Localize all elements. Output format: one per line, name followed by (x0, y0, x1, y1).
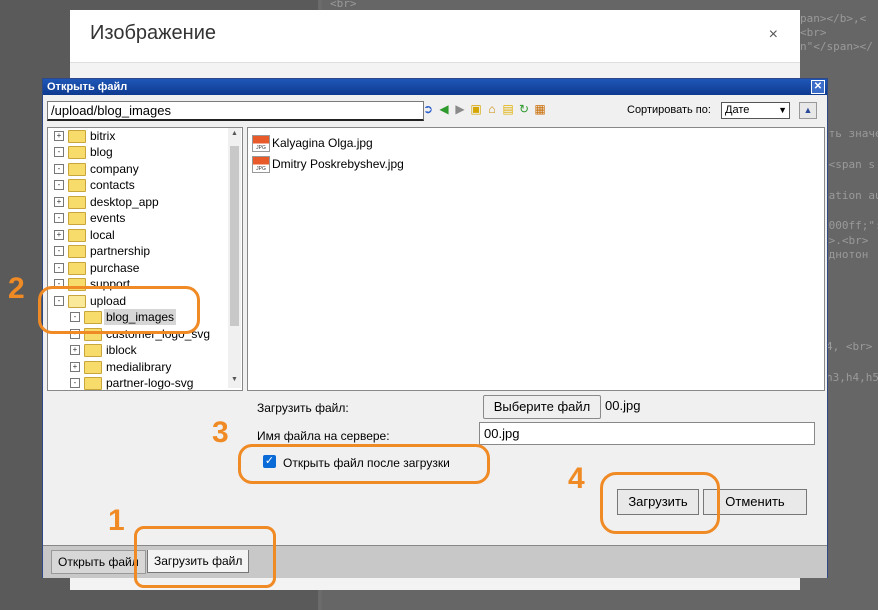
expand-icon[interactable]: + (54, 230, 64, 240)
file-name: Dmitry Poskrebyshev.jpg (272, 157, 404, 171)
scroll-down-icon[interactable]: ▼ (230, 376, 239, 386)
code-line: <br> (330, 0, 357, 10)
annotation-outline (600, 472, 720, 534)
image-modal-title: Изображение (90, 22, 216, 44)
code-line: cation au (822, 189, 878, 202)
code-line: 4, <br> (826, 340, 873, 353)
code-line: 0000ff;": (822, 219, 878, 232)
code-line: ><span s (822, 158, 875, 171)
annotation-number: 1 (108, 504, 125, 537)
code-line: pan></b>,< (800, 12, 867, 25)
collapse-icon[interactable]: - (54, 147, 64, 157)
folder-icon (68, 196, 86, 209)
tree-item-label: contacts (90, 178, 135, 192)
annotation-number: 4 (568, 462, 585, 495)
dialog-titlebar[interactable]: Открыть файл ✕ (43, 79, 827, 95)
folder-icon (84, 361, 102, 374)
folder-icon (68, 229, 86, 242)
folder-up-icon[interactable]: ▣ (469, 101, 483, 117)
folder-icon (84, 344, 102, 357)
collapse-icon[interactable]: - (70, 378, 80, 388)
folder-icon (68, 212, 86, 225)
collapse-icon[interactable]: - (54, 213, 64, 223)
tree-item-label: partnership (90, 244, 151, 258)
jpg-file-icon: JPG (252, 156, 270, 173)
forward-arrow-icon[interactable]: ▶ (453, 101, 467, 117)
jpg-file-icon: JPG (252, 135, 270, 152)
sort-label: Сортировать по: (627, 104, 711, 116)
folder-icon (68, 262, 86, 275)
folder-icon (68, 245, 86, 258)
server-filename-label: Имя файла на сервере: (257, 429, 390, 443)
expand-icon[interactable]: + (54, 197, 64, 207)
choose-file-button[interactable]: Выберите файл (483, 395, 601, 419)
close-icon[interactable]: ✕ (811, 80, 825, 94)
annotation-number: 3 (212, 416, 229, 449)
code-line: однотон (822, 248, 869, 261)
annotation-outline (238, 444, 490, 484)
scroll-up-icon[interactable]: ▲ (230, 130, 239, 140)
tree-item-label: desktop_app (90, 195, 159, 209)
folder-icon (68, 163, 86, 176)
view-mode-icon[interactable]: ▦ (533, 101, 547, 117)
code-line: b>.<br> (822, 234, 869, 247)
code-line: n"</span></ (800, 40, 873, 53)
code-line: h3,h4,h5 (826, 371, 878, 384)
folder-icon (68, 179, 86, 192)
tree-item-label: purchase (90, 261, 140, 275)
annotation-number: 2 (8, 272, 25, 305)
image-modal-header: Изображение × (70, 10, 800, 63)
chosen-file-name: 00.jpg (605, 398, 641, 413)
close-icon[interactable]: × (769, 26, 778, 44)
new-folder-icon[interactable]: ▤ (501, 101, 515, 117)
code-line: ать значе (822, 127, 878, 140)
collapse-icon[interactable]: - (54, 246, 64, 256)
tree-item-label: partner-logo-svg (106, 376, 194, 390)
collapse-icon[interactable]: - (54, 180, 64, 190)
tree-item-label: local (90, 228, 115, 242)
sort-select[interactable]: Дате ▼ (721, 102, 790, 119)
expand-icon[interactable]: + (54, 131, 64, 141)
code-line: <br> (800, 26, 827, 39)
expand-icon[interactable]: + (70, 362, 80, 372)
home-icon[interactable]: ⌂ (485, 101, 499, 117)
collapse-icon[interactable]: - (54, 263, 64, 273)
folder-tree: + bitrix - blog - company - contacts + d… (47, 127, 243, 391)
expand-icon[interactable]: + (70, 345, 80, 355)
tree-item-label: iblock (106, 343, 137, 357)
file-name: Kalyagina Olga.jpg (272, 136, 373, 150)
folder-icon (68, 146, 86, 159)
tree-item-label: blog (90, 145, 113, 159)
dialog-title: Открыть файл (47, 81, 128, 93)
back-arrow-icon[interactable]: ◀ (437, 101, 451, 117)
annotation-outline (38, 286, 200, 334)
tree-item-label: events (90, 211, 126, 225)
go-icon[interactable]: ➲ (421, 101, 435, 117)
folder-icon (68, 130, 86, 143)
collapse-icon[interactable]: - (54, 164, 64, 174)
path-input[interactable]: /upload/blog_images (47, 101, 424, 121)
tree-item-label: company (90, 162, 139, 176)
tab-open-file[interactable]: Открыть файл (51, 550, 146, 574)
folder-icon (84, 377, 102, 390)
tree-scrollbar[interactable]: ▲ ▼ (228, 128, 241, 388)
file-toolbar: ➲ ◀ ▶ ▣ ⌂ ▤ ↻ ▦ (421, 101, 547, 119)
tree-item-label: bitrix (90, 129, 116, 143)
file-list: JPG Kalyagina Olga.jpg JPG Dmitry Poskre… (247, 127, 825, 391)
refresh-icon[interactable]: ↻ (517, 101, 531, 117)
scroll-thumb[interactable] (230, 146, 239, 326)
tree-item-label: medialibrary (106, 360, 172, 374)
annotation-outline (134, 526, 276, 588)
upload-file-label: Загрузить файл: (257, 401, 349, 415)
chevron-down-icon: ▼ (778, 105, 787, 115)
sort-direction-icon[interactable]: ▲ (799, 102, 817, 119)
sort-select-value: Дате (725, 104, 750, 116)
server-filename-input[interactable]: 00.jpg (479, 422, 815, 445)
